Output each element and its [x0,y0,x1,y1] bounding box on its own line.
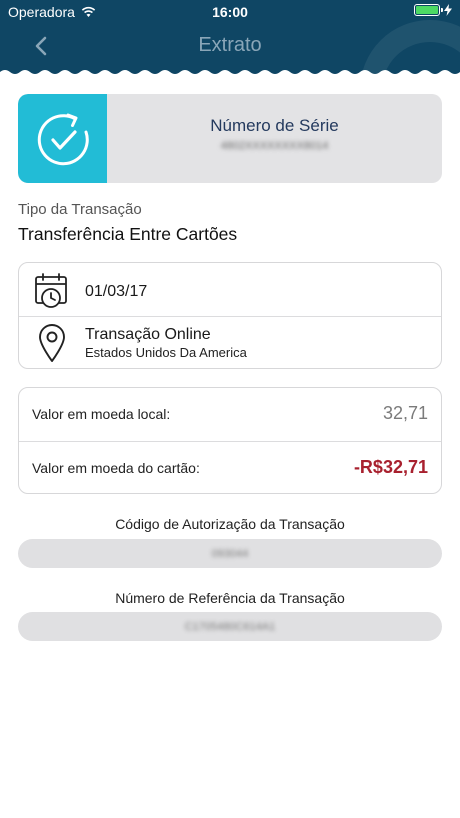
divider [19,316,441,317]
local-amount-label: Valor em moeda local: [32,406,171,422]
transaction-date: 01/03/17 [85,283,148,300]
refresh-check-icon [37,113,89,165]
charging-bolt-icon [444,4,452,16]
serial-number-card: Número de Série 4802XXXXXXXX8014 [18,94,442,183]
battery-icon [414,4,443,16]
authorization-code-field: 093044 [18,539,442,568]
transaction-type-value: Transferência Entre Cartões [18,224,238,244]
location-title: Transação Online [85,326,211,343]
divider [19,441,441,442]
header-bar: Operadora 16:00 Extrato [0,0,460,76]
card-amount-value: -R$32,71 [353,457,428,477]
status-time: 16:00 [212,4,248,20]
reference-number-label: Número de Referência da Transação [115,590,345,606]
card-amount-label: Valor em moeda do cartão: [32,460,200,476]
local-amount-value: 32,71 [382,403,428,423]
location-pin-icon [39,324,65,362]
authorization-code-value: 093044 [211,547,249,560]
serial-number-label: Número de Série [210,116,339,135]
authorization-code-label: Código de Autorização da Transação [115,516,345,532]
card-status-badge [18,94,107,183]
serial-number-value: 4802XXXXXXXX8014 [220,140,329,152]
transaction-details-card: 01/03/17 Transação Online Estados Unidos… [18,262,442,369]
reference-number-field: C1705480C614A1 [18,612,442,641]
page-title: Extrato [198,34,262,56]
reference-number-value: C1705480C614A1 [184,620,276,633]
transaction-type-label: Tipo da Transação [18,201,142,218]
location-country: Estados Unidos Da America [85,345,247,360]
status-right [414,4,452,16]
calendar-clock-icon [35,273,67,308]
amounts-card: Valor em moeda local: 32,71 Valor em moe… [18,387,442,494]
status-bar: Operadora 16:00 [0,0,460,24]
header-wave-edge [0,70,460,76]
